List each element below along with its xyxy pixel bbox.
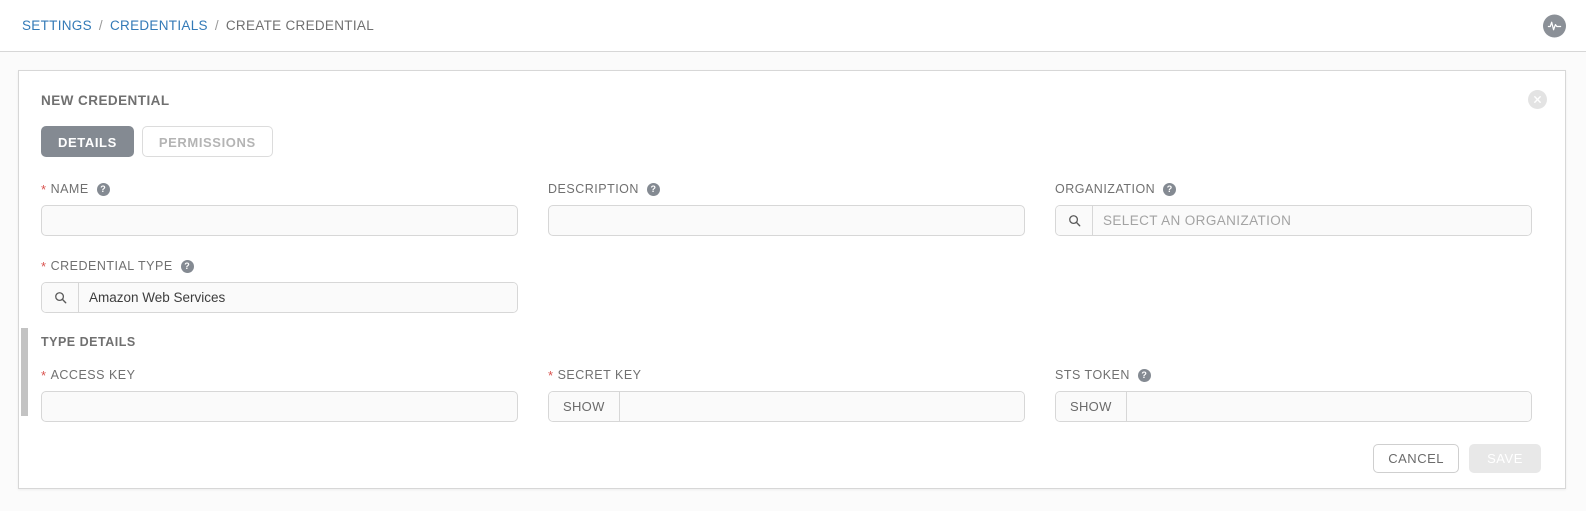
form-row-2-spacer [1055,258,1532,313]
form-row-2: * CREDENTIAL TYPE ? [41,258,1543,313]
field-access-key-label-text: ACCESS KEY [50,368,136,382]
secret-key-show-button[interactable]: SHOW [549,392,620,421]
cancel-button[interactable]: CANCEL [1373,444,1459,473]
sts-token-show-button[interactable]: SHOW [1056,392,1127,421]
breadcrumb-separator: / [98,18,103,33]
search-icon[interactable] [1056,206,1093,235]
card-scrollbar-track[interactable] [20,72,28,487]
credential-type-lookup-group [41,282,518,313]
name-input[interactable] [41,205,518,236]
help-icon[interactable]: ? [1137,368,1151,382]
breadcrumb-separator: / [214,18,219,33]
form-row-2-spacer [548,258,1025,313]
field-secret-key-label: * SECRET KEY [548,367,1025,383]
field-name-label-text: NAME [50,182,89,196]
sts-token-group: SHOW [1055,391,1532,422]
sts-token-input[interactable] [1126,392,1531,421]
save-button[interactable]: SAVE [1469,444,1541,473]
field-organization-label-text: ORGANIZATION [1055,182,1156,196]
close-icon[interactable] [1528,90,1547,109]
breadcrumb-item-settings[interactable]: SETTINGS [22,18,92,33]
top-bar: SETTINGS / CREDENTIALS / CREATE CREDENTI… [0,0,1586,52]
required-marker: * [41,367,47,383]
section-title-type-details: TYPE DETAILS [41,335,136,349]
field-credential-type-label-text: CREDENTIAL TYPE [50,259,173,273]
field-organization: ORGANIZATION ? [1055,181,1532,236]
form-row-1: * NAME ? DESCRIPTION ? ORGANIZATION ? SE… [41,181,1543,236]
page-body: NEW CREDENTIAL DETAILS PERMISSIONS * NAM… [0,52,1586,511]
field-credential-type-label: * CREDENTIAL TYPE ? [41,258,518,274]
form-row-3: * ACCESS KEY * SECRET KEY SHOW STS TOKEN… [41,367,1543,422]
card-scrollbar-thumb[interactable] [21,328,28,416]
field-organization-label: ORGANIZATION ? [1055,181,1532,197]
secret-key-input[interactable] [619,392,1024,421]
breadcrumb-item-create-credential: CREATE CREDENTIAL [225,18,374,33]
new-credential-card: NEW CREDENTIAL DETAILS PERMISSIONS * NAM… [18,70,1566,489]
field-name: * NAME ? [41,181,518,236]
tab-permissions[interactable]: PERMISSIONS [141,126,273,157]
breadcrumb-item-credentials[interactable]: CREDENTIALS [110,18,208,33]
field-sts-token-label-text: STS TOKEN [1055,368,1130,382]
field-description-label: DESCRIPTION ? [548,181,1025,197]
description-input[interactable] [548,205,1025,236]
field-sts-token: STS TOKEN ? SHOW [1055,367,1532,422]
credential-type-input[interactable] [79,283,517,312]
field-secret-key: * SECRET KEY SHOW [548,367,1025,422]
field-description: DESCRIPTION ? [548,181,1025,236]
tab-details[interactable]: DETAILS [41,126,134,157]
access-key-input[interactable] [41,391,518,422]
page-title: NEW CREDENTIAL [41,93,170,108]
field-access-key: * ACCESS KEY [41,367,518,422]
field-secret-key-label-text: SECRET KEY [557,368,642,382]
help-icon[interactable]: ? [646,182,660,196]
field-credential-type: * CREDENTIAL TYPE ? [41,258,518,313]
help-icon[interactable]: ? [1163,182,1177,196]
activity-stream-icon[interactable] [1543,14,1566,37]
secret-key-group: SHOW [548,391,1025,422]
required-marker: * [548,367,554,383]
organization-lookup-group [1055,205,1532,236]
field-description-label-text: DESCRIPTION [548,182,639,196]
field-sts-token-label: STS TOKEN ? [1055,367,1532,383]
tab-bar: DETAILS PERMISSIONS [41,126,1543,157]
form-actions: CANCEL SAVE [41,444,1543,473]
breadcrumb: SETTINGS / CREDENTIALS / CREATE CREDENTI… [22,18,374,33]
help-icon[interactable]: ? [96,182,110,196]
field-name-label: * NAME ? [41,181,518,197]
help-icon[interactable]: ? [180,259,194,273]
required-marker: * [41,258,47,274]
required-marker: * [41,181,47,197]
field-access-key-label: * ACCESS KEY [41,367,518,383]
search-icon[interactable] [42,283,79,312]
organization-input[interactable] [1093,206,1531,235]
